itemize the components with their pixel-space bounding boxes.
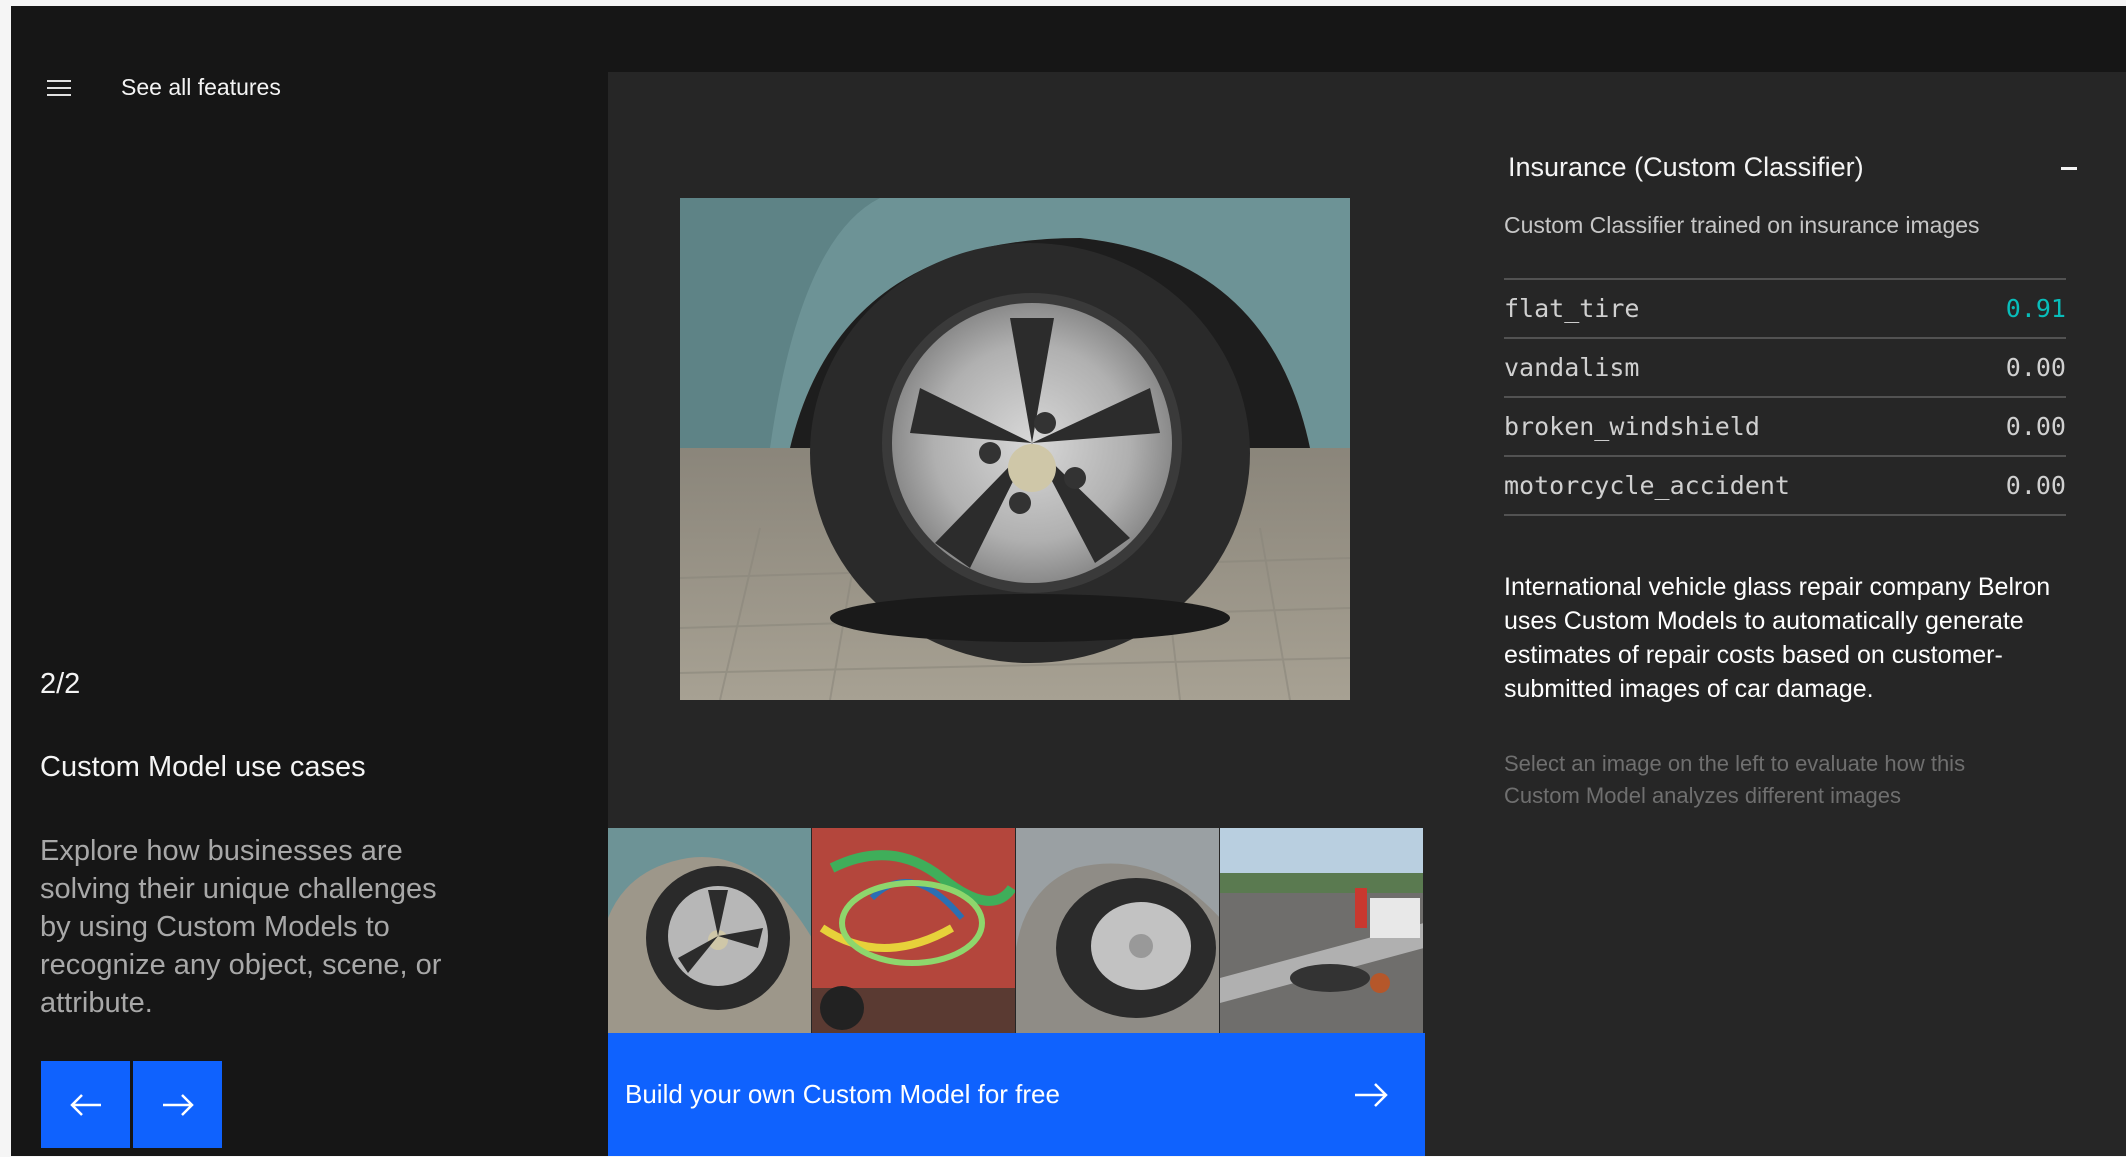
result-score: 0.00 — [2005, 471, 2066, 500]
result-label: flat_tire — [1504, 294, 1640, 323]
result-label: broken_windshield — [1504, 412, 1760, 441]
arrow-left-icon — [69, 1093, 101, 1116]
main-image — [680, 198, 1350, 700]
thumbnail-motorcycle-accident[interactable] — [1220, 828, 1424, 1033]
flat-tire-photo — [680, 198, 1350, 700]
thumbnail-flat-tire[interactable] — [608, 828, 812, 1033]
flat-tire-thumbnail — [608, 828, 811, 1033]
previous-button[interactable] — [41, 1061, 130, 1148]
image-gallery: Build your own Custom Model for free — [608, 72, 1425, 1156]
arrow-right-icon — [162, 1093, 194, 1116]
see-all-features-link[interactable]: See all features — [121, 74, 281, 101]
result-row: vandalism 0.00 — [1504, 339, 2066, 398]
results-panel: Insurance (Custom Classifier) Custom Cla… — [1425, 72, 2126, 1156]
panel-title: Insurance (Custom Classifier) — [1508, 152, 1864, 182]
classification-results: flat_tire 0.91 vandalism 0.00 broken_win… — [1504, 278, 2066, 516]
motorcycle-accident-thumbnail — [1220, 828, 1423, 1033]
vandalism-thumbnail — [812, 828, 1015, 1033]
result-row: flat_tire 0.91 — [1504, 280, 2066, 339]
section-description: Explore how businesses are solving their… — [40, 835, 442, 1019]
hint-text: Select an image on the left to evaluate … — [1504, 751, 1966, 808]
result-score: 0.00 — [2005, 412, 2066, 441]
app-frame: See all features 2/2 Custom Model use ca… — [11, 6, 2126, 1156]
result-label: motorcycle_accident — [1504, 471, 1790, 500]
top-nav: See all features — [47, 74, 281, 101]
slide-counter: 2/2 — [40, 668, 81, 700]
thumbnail-vandalism[interactable] — [812, 828, 1016, 1033]
next-button[interactable] — [133, 1061, 222, 1148]
result-label: vandalism — [1504, 353, 1640, 382]
panel-subtitle: Custom Classifier trained on insurance i… — [1504, 212, 1980, 238]
case-study-text: International vehicle glass repair compa… — [1504, 573, 2051, 703]
flat-tire-closeup-thumbnail — [1016, 828, 1219, 1033]
thumbnail-strip — [608, 828, 1425, 1033]
arrow-right-icon — [1355, 1082, 1388, 1107]
build-custom-model-button[interactable]: Build your own Custom Model for free — [608, 1033, 1425, 1156]
result-row: broken_windshield 0.00 — [1504, 398, 2066, 457]
result-score: 0.00 — [2005, 353, 2066, 382]
hamburger-icon[interactable] — [47, 78, 71, 98]
result-score: 0.91 — [2005, 294, 2066, 323]
result-row: motorcycle_accident 0.00 — [1504, 457, 2066, 516]
section-title: Custom Model use cases — [40, 751, 366, 783]
thumbnail-flat-tire-closeup[interactable] — [1016, 828, 1220, 1033]
cta-label: Build your own Custom Model for free — [625, 1079, 1060, 1109]
minus-icon[interactable] — [2061, 167, 2077, 170]
